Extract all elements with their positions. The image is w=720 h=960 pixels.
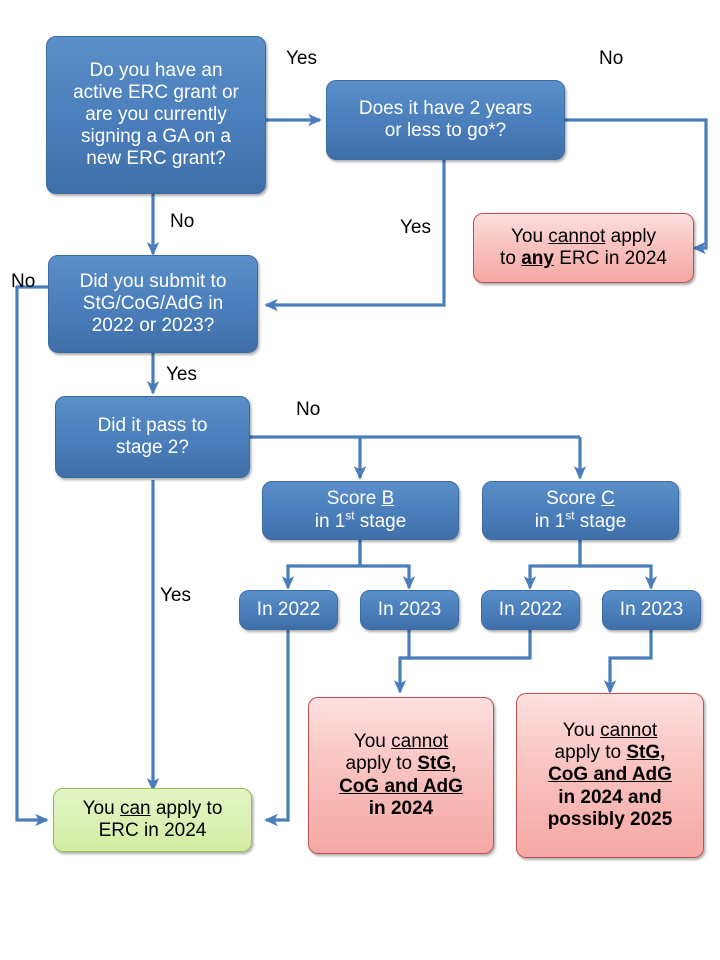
node-outcome-cannot-2024[interactable]: You cannot apply to StG, CoG and AdG in … (308, 697, 494, 854)
text-erc-2024: ERC in 2024 (559, 248, 667, 269)
text-apply-to: apply to (345, 753, 413, 775)
text-you: You (82, 797, 115, 819)
text-stg: StG, (417, 753, 457, 775)
text-apply-to: apply to (554, 742, 622, 764)
edge-score-c-to-2023 (578, 540, 658, 590)
edge-b2023-to-cannot-2024 (393, 630, 411, 694)
node-outcome-cannot-2024-2025[interactable]: You cannot apply to StG, CoG and AdG in … (516, 693, 704, 858)
node-line: 2022 or 2023? (91, 315, 215, 337)
text-you: You (562, 720, 595, 742)
node-line: new ERC grant? (86, 148, 226, 170)
text-stage-ordinal: st (565, 509, 575, 523)
edge-b2022-to-can-apply (264, 630, 290, 827)
node-label: In 2022 (256, 598, 321, 620)
edge-label-submitted-yes: Yes (166, 364, 197, 385)
node-score-b[interactable]: Score B in 1st stage (262, 481, 459, 540)
node-score-c[interactable]: Score C in 1st stage (482, 481, 679, 540)
node-line: Do you have an (89, 59, 223, 81)
edge-c2022-to-cannot-2024 (400, 630, 532, 660)
node-line: stage 2? (116, 437, 189, 458)
text-apply-to: apply to (155, 797, 223, 819)
text-score-letter: C (601, 488, 615, 510)
node-line: Did it pass to (97, 414, 208, 436)
node-c-in-2022[interactable]: In 2022 (481, 590, 580, 630)
text-cannot: cannot (391, 731, 449, 753)
text-you: You (510, 225, 544, 247)
flowchart-canvas: Do you have an active ERC grant or are y… (0, 0, 720, 960)
text-to: to (500, 248, 516, 269)
node-label: In 2023 (619, 598, 684, 620)
text-possibly-2025: possibly 2025 (547, 808, 673, 830)
node-line: Does it have 2 years (358, 97, 533, 119)
edge-score-b-to-2022 (281, 540, 362, 590)
edge-label-stage2-yes: Yes (160, 585, 191, 606)
node-line: Did you submit to (79, 270, 227, 292)
text-stage-ordinal: st (345, 509, 355, 523)
edge-label-submitted-no: No (11, 271, 36, 292)
edge-label-active-no: No (170, 211, 195, 232)
node-outcome-can-apply[interactable]: You can apply to ERC in 2024 (53, 788, 252, 852)
text-in-stage-suffix: stage (579, 510, 627, 532)
node-outcome-cannot-any-erc[interactable]: You cannot apply to any ERC in 2024 (473, 213, 694, 283)
edge-label-stage2-no: No (296, 399, 321, 420)
node-line: signing a GA on a (81, 126, 231, 148)
text-apply: apply (610, 225, 657, 247)
text-in-2024: in 2024 (368, 797, 434, 819)
node-label: In 2023 (377, 598, 442, 620)
text-score: Score (546, 488, 596, 510)
edge-label-active-yes: Yes (286, 48, 317, 69)
node-b-in-2023[interactable]: In 2023 (360, 590, 459, 630)
text-cannot: cannot (548, 225, 606, 247)
edge-c2023-to-cannot-2024-2025 (603, 630, 653, 694)
node-question-active-grant[interactable]: Do you have an active ERC grant or are y… (46, 36, 266, 194)
node-question-stage2[interactable]: Did it pass to stage 2? (55, 396, 250, 478)
text-stg: StG, (626, 742, 666, 764)
text-erc-2024: ERC in 2024 (98, 820, 207, 841)
text-cannot: cannot (600, 720, 658, 742)
edge-label-twoyears-no: No (599, 48, 624, 69)
text-in-stage-prefix: in 1 (534, 510, 566, 532)
text-you: You (353, 731, 386, 753)
text-cog-adg: CoG and AdG (339, 775, 463, 797)
text-in-2024-and: in 2024 and (558, 786, 662, 808)
edge-score-b-to-2023 (358, 540, 416, 590)
node-label: In 2022 (498, 598, 563, 620)
node-question-two-years[interactable]: Does it have 2 years or less to go*? (326, 80, 565, 160)
node-c-in-2023[interactable]: In 2023 (602, 590, 701, 630)
text-in-stage-prefix: in 1 (314, 510, 346, 532)
edge-score-c-to-2022 (523, 540, 582, 590)
text-any: any (521, 248, 554, 269)
node-line: or less to go*? (384, 120, 507, 141)
text-score: Score (326, 488, 377, 510)
node-line: StG/CoG/AdG in (82, 292, 224, 314)
text-in-stage-suffix: stage (359, 510, 407, 532)
node-line: are you currently (85, 103, 227, 125)
text-can: can (119, 797, 151, 819)
node-question-submitted[interactable]: Did you submit to StG/CoG/AdG in 2022 or… (48, 255, 258, 353)
text-cog-adg: CoG and AdG (548, 764, 672, 786)
text-score-letter: B (381, 488, 395, 510)
node-b-in-2022[interactable]: In 2022 (239, 590, 338, 630)
node-line: active ERC grant or (73, 81, 239, 103)
edge-label-twoyears-yes: Yes (400, 217, 431, 238)
edge-submitted-no-to-can-apply (15, 285, 50, 827)
